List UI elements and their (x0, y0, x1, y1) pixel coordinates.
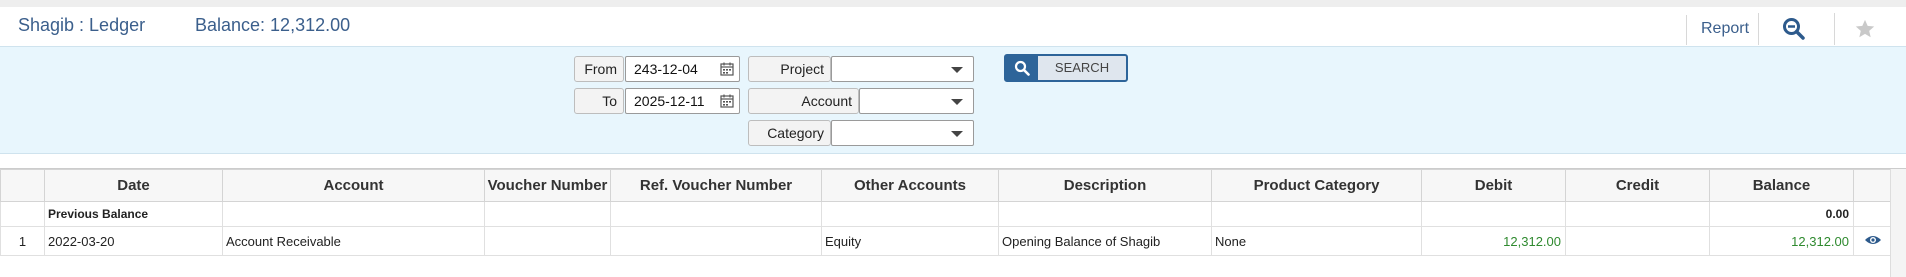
row-account: Account Receivable (222, 226, 485, 256)
report-button[interactable]: Report (1686, 15, 1749, 45)
category-select[interactable] (831, 120, 974, 146)
column-header-date[interactable]: Date (44, 169, 223, 202)
column-header-account[interactable]: Account (222, 169, 485, 202)
chevron-down-icon (951, 131, 963, 137)
column-header-voucher-number[interactable]: Voucher Number (484, 169, 611, 202)
category-label: Category (748, 120, 831, 146)
zoom-button[interactable] (1758, 13, 1828, 45)
column-header-index (0, 169, 45, 202)
calendar-icon[interactable] (720, 62, 734, 76)
account-select[interactable] (859, 88, 974, 114)
calendar-icon[interactable] (720, 94, 734, 108)
row-description: Opening Balance of Shagib (998, 226, 1212, 256)
vertical-scrollbar[interactable] (1890, 169, 1906, 277)
column-header-product-category[interactable]: Product Category (1211, 169, 1422, 202)
chevron-down-icon (951, 99, 963, 105)
to-label: To (574, 88, 624, 114)
ledger-table: Date Account Voucher Number Ref. Voucher… (0, 169, 1892, 256)
table-row[interactable]: 1 2022-03-20 Account Receivable Equity O… (0, 226, 1892, 256)
column-header-other-accounts[interactable]: Other Accounts (821, 169, 999, 202)
project-label: Project (748, 56, 831, 82)
top-bar: Shagib : Ledger Balance: 12,312.00 Repor… (0, 0, 1906, 46)
column-header-actions (1853, 169, 1892, 202)
project-select[interactable] (831, 56, 974, 82)
row-credit (1565, 226, 1710, 256)
favorite-button[interactable] (1834, 13, 1894, 45)
view-button[interactable] (1853, 226, 1892, 256)
search-button-label: SEARCH (1054, 60, 1110, 75)
search-icon (1006, 56, 1038, 80)
filter-panel: From 243-12-04 To 2025-12-11 Project Acc… (0, 46, 1906, 154)
column-header-ref-voucher-number[interactable]: Ref. Voucher Number (610, 169, 822, 202)
zoom-out-icon (1782, 18, 1805, 40)
previous-balance-row: Previous Balance 0.00 (0, 201, 1892, 227)
row-ref-voucher-number (610, 226, 822, 256)
eye-icon (1864, 235, 1881, 244)
row-debit: 12,312.00 (1421, 226, 1566, 256)
balance-summary: Balance: 12,312.00 (195, 15, 351, 35)
column-header-description[interactable]: Description (998, 169, 1212, 202)
account-label: Account (748, 88, 859, 114)
from-date-input[interactable]: 243-12-04 (625, 56, 740, 82)
from-label: From (574, 56, 624, 82)
to-date-value: 2025-12-11 (634, 93, 705, 109)
page-title: Shagib : Ledger (18, 15, 146, 35)
column-header-debit[interactable]: Debit (1421, 169, 1566, 202)
previous-balance-label: Previous Balance (44, 201, 223, 227)
table-header-row: Date Account Voucher Number Ref. Voucher… (0, 169, 1892, 202)
search-button[interactable]: SEARCH (1004, 54, 1128, 82)
row-index: 1 (0, 226, 45, 256)
previous-balance-value: 0.00 (1709, 201, 1854, 227)
row-balance: 12,312.00 (1709, 226, 1854, 256)
row-voucher-number (484, 226, 611, 256)
ledger-grid: Date Account Voucher Number Ref. Voucher… (0, 168, 1906, 277)
column-header-balance[interactable]: Balance (1709, 169, 1854, 202)
row-product-category: None (1211, 226, 1422, 256)
row-date: 2022-03-20 (44, 226, 223, 256)
column-header-credit[interactable]: Credit (1565, 169, 1710, 202)
from-date-value: 243-12-04 (634, 61, 698, 77)
chevron-down-icon (951, 67, 963, 73)
to-date-input[interactable]: 2025-12-11 (625, 88, 740, 114)
row-other-accounts: Equity (821, 226, 999, 256)
star-icon (1855, 19, 1874, 38)
